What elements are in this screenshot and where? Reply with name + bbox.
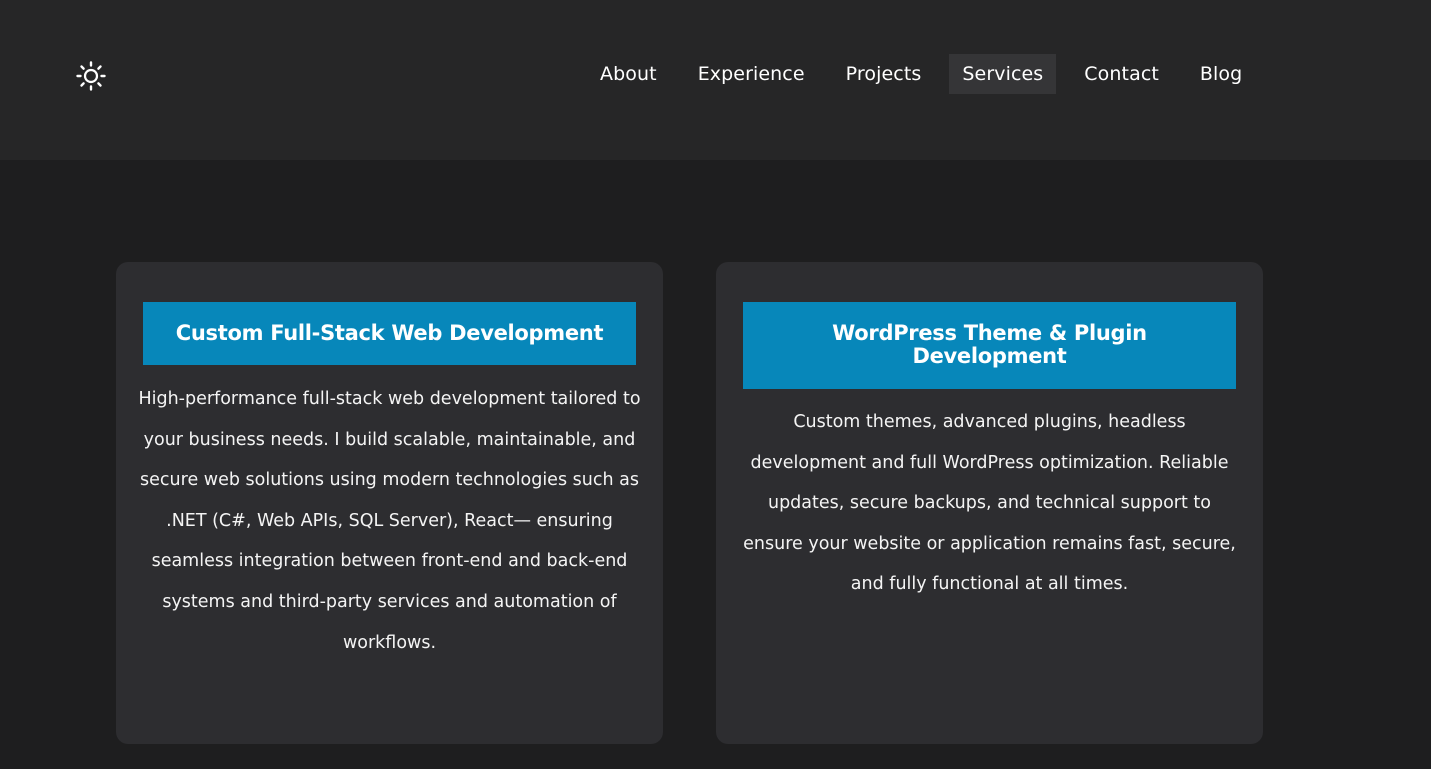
sun-icon	[76, 61, 106, 91]
service-card-description: High-performance full-stack web developm…	[138, 389, 641, 653]
service-card-wordpress: WordPress Theme & Plugin Development Cus…	[716, 262, 1263, 744]
nav-item-contact[interactable]: Contact	[1071, 54, 1172, 94]
nav-item-about[interactable]: About	[587, 54, 670, 94]
nav-item-services[interactable]: Services	[949, 54, 1057, 94]
service-card-fullstack: Custom Full-Stack Web Development High-p…	[116, 262, 663, 744]
nav-item-experience[interactable]: Experience	[685, 54, 818, 94]
service-card-description: Custom themes, advanced plugins, headles…	[743, 412, 1236, 595]
site-header: About Experience Projects Services Conta…	[0, 0, 1431, 160]
main-nav: About Experience Projects Services Conta…	[587, 54, 1255, 94]
service-card-title: WordPress Theme & Plugin Development	[743, 302, 1236, 389]
theme-toggle-button[interactable]	[74, 59, 108, 93]
nav-item-projects[interactable]: Projects	[833, 54, 935, 94]
service-card-title: Custom Full-Stack Web Development	[143, 302, 636, 365]
nav-item-blog[interactable]: Blog	[1187, 54, 1255, 94]
